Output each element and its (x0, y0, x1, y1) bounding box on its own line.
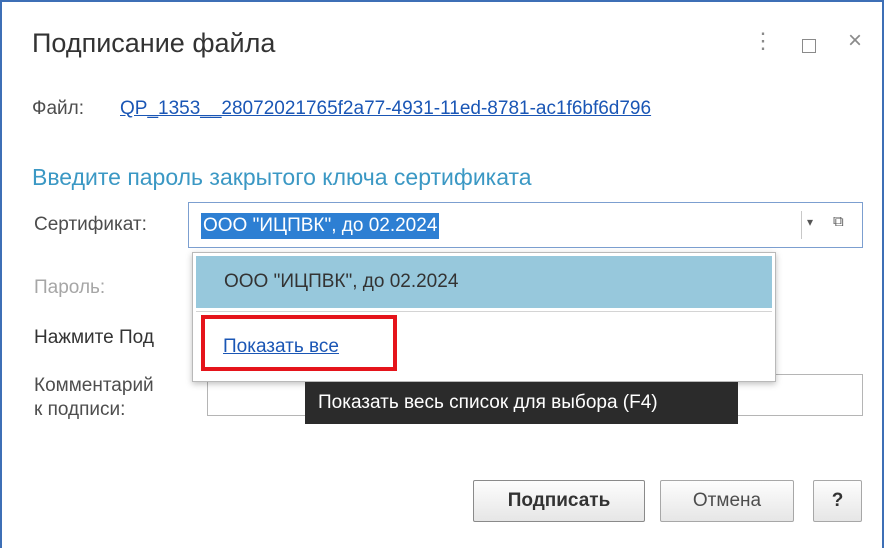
comment-label-line1: Комментарий (34, 375, 154, 396)
cancel-button[interactable]: Отмена (660, 480, 794, 522)
field-divider (801, 211, 802, 239)
sign-button[interactable]: Подписать (473, 480, 645, 522)
dropdown-arrow-icon[interactable]: ▾ (807, 215, 813, 229)
dialog-title: Подписание файла (32, 28, 276, 58)
comment-label: Комментарий к подписи: (34, 374, 154, 422)
file-link[interactable]: QP_1353__28072021765f2a77-4931-11ed-8781… (120, 98, 651, 120)
help-button[interactable]: ? (813, 480, 862, 522)
dropdown-separator (196, 311, 772, 312)
dropdown-item-label: ООО "ИЦПВК", до 02.2024 (224, 271, 459, 292)
tooltip: Показать весь список для выбора (F4) (305, 382, 738, 424)
close-icon[interactable]: × (848, 27, 862, 55)
sign-file-dialog: Подписание файла ⋮ × Файл: QP_1353__2807… (0, 0, 884, 548)
show-all-link[interactable]: Показать все (223, 336, 339, 358)
open-form-icon[interactable]: ⧉ (833, 213, 844, 230)
section-heading: Введите пароль закрытого ключа сертифика… (32, 164, 532, 190)
comment-label-line2: к подписи: (34, 399, 126, 420)
dropdown-item[interactable]: ООО "ИЦПВК", до 02.2024 (196, 256, 772, 308)
file-label: Файл: (32, 98, 84, 119)
maximize-icon[interactable] (802, 39, 816, 53)
certificate-field[interactable]: ООО "ИЦПВК", до 02.2024 ▾ ⧉ (188, 202, 863, 248)
certificate-label: Сертификат: (34, 214, 147, 235)
password-label: Пароль: (34, 277, 106, 298)
certificate-value[interactable]: ООО "ИЦПВК", до 02.2024 (201, 213, 440, 239)
certificate-dropdown-list: ООО "ИЦПВК", до 02.2024 Показать все (192, 252, 776, 382)
more-options-icon[interactable]: ⋮ (752, 28, 774, 54)
press-instruction-text: Нажмите Под (34, 327, 154, 348)
